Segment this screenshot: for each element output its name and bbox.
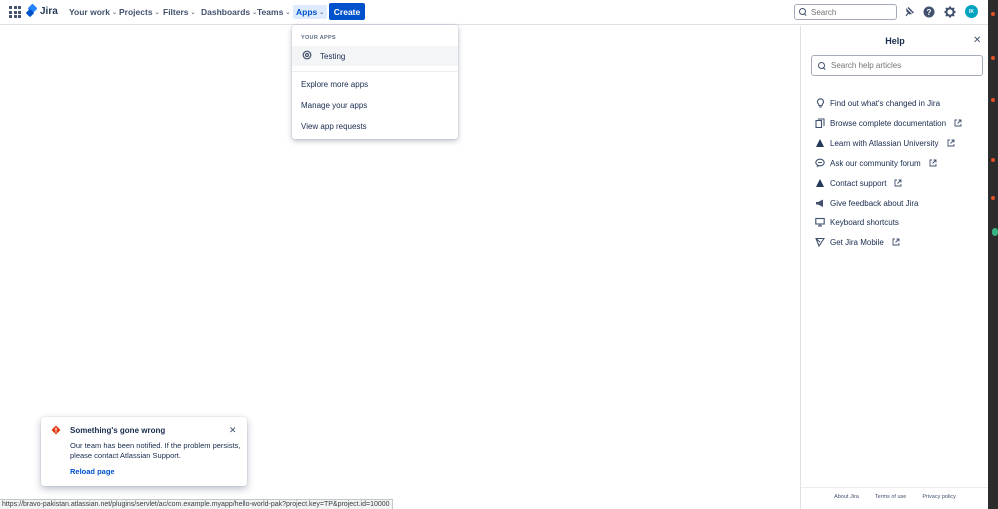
flag-title: Something's gone wrong <box>70 426 166 435</box>
help-item-whats-changed[interactable]: Find out what's changed in Jira <box>815 98 940 108</box>
documentation-icon <box>815 118 825 128</box>
keyboard-icon <box>815 217 825 227</box>
chevron-down-icon: ⌄ <box>154 9 160 16</box>
logo-text: Jira <box>40 5 58 17</box>
jira-logo-icon <box>27 5 37 17</box>
external-link-icon <box>929 159 937 167</box>
strip-marker <box>991 56 995 60</box>
search-input[interactable] <box>811 7 891 17</box>
jira-logo[interactable]: Jira <box>27 5 58 17</box>
help-item-jira-mobile[interactable]: Get Jira Mobile <box>815 237 900 247</box>
chevron-down-icon: ⌄ <box>190 9 196 16</box>
right-edge-strip <box>988 0 998 509</box>
chevron-down-icon: ⌄ <box>285 9 291 16</box>
close-icon[interactable]: ✕ <box>973 35 981 46</box>
manage-your-apps-link[interactable]: Manage your apps <box>301 101 367 110</box>
help-item-label: Give feedback about Jira <box>830 198 919 208</box>
help-search[interactable] <box>811 55 983 76</box>
strip-marker <box>991 12 995 16</box>
error-flag: Something's gone wrong ✕ Our team has be… <box>41 417 247 486</box>
help-item-label: Get Jira Mobile <box>830 237 884 247</box>
close-icon[interactable]: ✕ <box>229 425 237 436</box>
help-panel: Help ✕ Find out what's changed in Jira B… <box>800 26 989 509</box>
strip-marker <box>991 98 995 102</box>
help-item-label: Learn with Atlassian University <box>830 138 939 148</box>
gear-icon <box>302 50 312 62</box>
nav-filters[interactable]: Filters ⌄ <box>163 7 196 17</box>
nav-apps[interactable]: Apps ⌄ <box>293 5 328 19</box>
help-title: Help <box>885 36 905 46</box>
help-item-label: Contact support <box>830 178 887 188</box>
help-item-contact-support[interactable]: Contact support <box>815 178 902 188</box>
community-icon <box>815 158 825 168</box>
error-icon <box>51 425 61 435</box>
help-footer: About Jira Terms of use Privacy policy <box>801 494 989 500</box>
svg-text:?: ? <box>927 8 932 17</box>
settings-icon[interactable] <box>943 5 957 19</box>
nav-teams[interactable]: Teams ⌄ <box>257 7 290 17</box>
search-icon <box>799 8 807 16</box>
nav-filters-label: Filters <box>163 7 189 17</box>
atlassian-icon <box>815 138 825 148</box>
atlassian-icon <box>815 178 825 188</box>
help-icon[interactable]: ? <box>922 5 936 19</box>
chevron-down-icon: ⌄ <box>319 9 325 16</box>
help-item-give-feedback[interactable]: Give feedback about Jira <box>815 198 919 208</box>
app-switcher-icon[interactable] <box>9 6 21 18</box>
privacy-policy-link[interactable]: Privacy policy <box>922 494 956 500</box>
mobile-icon <box>815 237 825 247</box>
search-icon <box>818 61 826 70</box>
app-item-label: Testing <box>320 51 346 61</box>
help-item-keyboard-shortcuts[interactable]: Keyboard shortcuts <box>815 217 899 227</box>
help-item-label: Find out what's changed in Jira <box>830 98 941 108</box>
dropdown-divider <box>292 71 458 72</box>
nav-apps-label: Apps <box>296 7 318 17</box>
strip-marker <box>991 196 995 200</box>
nav-your-work-label: Your work <box>69 7 110 17</box>
status-bar-url: https://bravo-pakistan.atlassian.net/plu… <box>0 499 393 509</box>
terms-of-use-link[interactable]: Terms of use <box>875 494 906 500</box>
external-link-icon <box>894 179 902 187</box>
flag-body: Our team has been notified. If the probl… <box>70 441 241 460</box>
nav-dashboards[interactable]: Dashboards ⌄ <box>201 7 257 17</box>
chevron-down-icon: ⌄ <box>111 9 117 16</box>
megaphone-icon <box>815 198 825 208</box>
view-app-requests-link[interactable]: View app requests <box>301 122 367 131</box>
lightbulb-icon <box>815 98 825 108</box>
global-search[interactable] <box>794 4 897 20</box>
help-item-label: Browse complete documentation <box>830 118 947 128</box>
help-item-documentation[interactable]: Browse complete documentation <box>815 118 962 128</box>
apps-dropdown: YOUR APPS Testing Explore more apps Mana… <box>292 25 458 139</box>
nav-teams-label: Teams <box>257 7 284 17</box>
external-link-icon <box>954 119 962 127</box>
help-item-label: Ask our community forum <box>830 158 921 168</box>
nav-projects[interactable]: Projects ⌄ <box>119 7 160 17</box>
about-jira-link[interactable]: About Jira <box>834 494 859 500</box>
create-button[interactable]: Create <box>329 3 365 20</box>
notifications-icon[interactable] <box>902 5 916 19</box>
top-navigation: Jira Your work ⌄ Projects ⌄ Filters ⌄ Dashb… <box>0 0 988 25</box>
help-footer-divider <box>801 487 989 488</box>
avatar[interactable]: IK <box>965 5 978 18</box>
your-apps-heading: YOUR APPS <box>301 35 336 41</box>
external-link-icon <box>892 238 900 246</box>
help-search-input[interactable] <box>831 61 981 70</box>
nav-dashboards-label: Dashboards <box>201 7 251 17</box>
explore-more-apps-link[interactable]: Explore more apps <box>301 80 368 89</box>
reload-page-button[interactable]: Reload page <box>70 467 115 476</box>
external-link-icon <box>947 139 955 147</box>
nav-your-work[interactable]: Your work ⌄ <box>69 7 117 17</box>
help-item-label: Keyboard shortcuts <box>830 217 899 227</box>
help-item-community-forum[interactable]: Ask our community forum <box>815 158 937 168</box>
strip-marker <box>992 228 998 236</box>
nav-projects-label: Projects <box>119 7 153 17</box>
app-item-testing[interactable]: Testing <box>292 46 458 66</box>
help-item-atlassian-university[interactable]: Learn with Atlassian University <box>815 138 955 148</box>
strip-marker <box>991 158 995 162</box>
